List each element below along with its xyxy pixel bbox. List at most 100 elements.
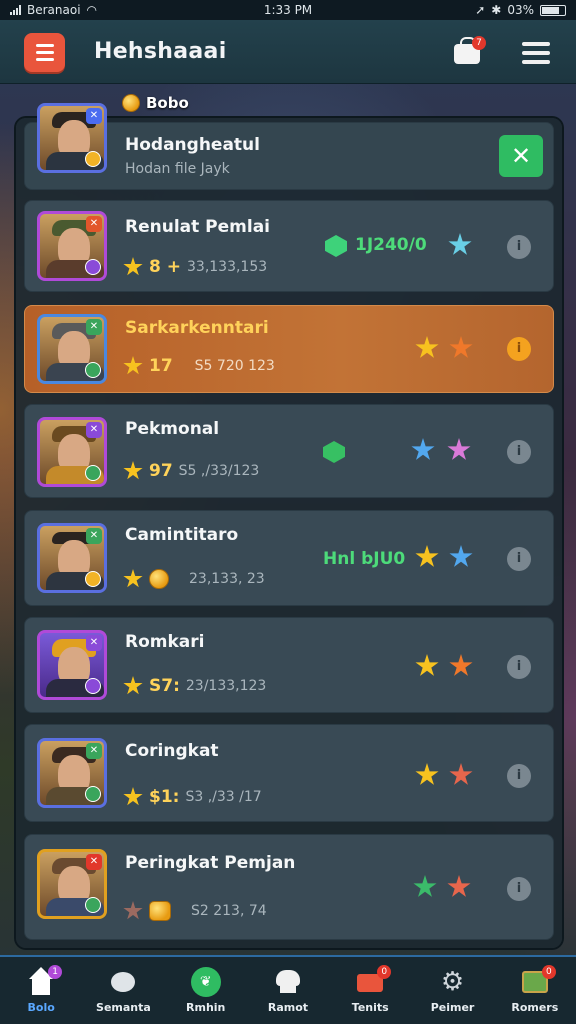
- row-stats: 23,133, 23: [123, 569, 265, 589]
- tab-home[interactable]: 1 Bolo: [0, 957, 82, 1024]
- confirm-button[interactable]: ✕: [499, 135, 543, 177]
- avatar: ✕: [37, 417, 107, 487]
- chest-icon: [149, 901, 171, 921]
- star-icon: [123, 901, 143, 920]
- tab-romers[interactable]: 0 Romers: [494, 957, 576, 1024]
- coin-icon: [122, 94, 140, 112]
- tab-ramot[interactable]: Ramot: [247, 957, 329, 1024]
- leaderboard-row-6[interactable]: ✕ Coringkat $1: S3 ,/33 /17 i: [24, 724, 554, 822]
- hamburger-menu-icon[interactable]: [522, 42, 550, 64]
- star-icon: [449, 336, 473, 358]
- fish-icon: [108, 967, 138, 997]
- player-chip: Bobo: [122, 94, 189, 112]
- chef-hat-icon: [273, 967, 303, 997]
- star-icon: [448, 233, 472, 255]
- row-subtitle: Hodan file Jayk: [125, 161, 230, 177]
- tab-peimer[interactable]: ⚙ Peimer: [411, 957, 493, 1024]
- avatar: ✕: [37, 738, 107, 808]
- gear-icon: ⚙: [440, 967, 465, 997]
- star-icon: [123, 356, 143, 375]
- row-extra: Hnl bJU0: [323, 549, 406, 569]
- tab-rmhin[interactable]: ❦ Rmhin: [165, 957, 247, 1024]
- star-icon: [123, 676, 143, 695]
- leaderboard-row-2[interactable]: ✕ Sarkarkenntari 17 S5 720 123 i: [24, 305, 554, 393]
- home-icon: 1: [26, 965, 63, 997]
- row-score: S5 ,/33/123: [178, 463, 260, 479]
- row-score: S3 ,/33 /17: [185, 789, 262, 805]
- notification-badge: 7: [472, 36, 486, 50]
- info-button[interactable]: i: [507, 547, 531, 571]
- star-icon: [447, 438, 471, 460]
- info-button[interactable]: i: [507, 440, 531, 464]
- tab-label: Ramot: [267, 1001, 309, 1014]
- row-name: Romkari: [125, 632, 205, 652]
- leaderboard-row-3[interactable]: ✕ Pekmonal 97 S5 ,/33/123 i: [24, 404, 554, 498]
- tab-label: Peimer: [430, 1001, 475, 1014]
- row-stats: $1: S3 ,/33 /17: [123, 787, 262, 807]
- tab-label: Semanta: [96, 1001, 151, 1014]
- map-icon: 0: [520, 965, 556, 997]
- star-icon: [123, 569, 143, 588]
- leaderboard-row-7[interactable]: ✕ Peringkat Pemjan S2 213, 74 i: [24, 834, 554, 940]
- emerald-icon: [323, 441, 345, 463]
- star-icon: [415, 763, 439, 785]
- row-score: S2 213, 74: [191, 903, 267, 919]
- tab-badge: 0: [541, 965, 556, 979]
- tab-label: Romers: [511, 1001, 559, 1014]
- star-icon: [449, 545, 473, 567]
- carrier-label: Beranaoi: [27, 3, 81, 17]
- arrow-up-icon: [325, 235, 347, 257]
- row-name: Camintitaro: [125, 525, 239, 545]
- leaderboard-row-5[interactable]: ✕ Romkari S7: 23/133,123 i: [24, 617, 554, 713]
- star-icon: [447, 875, 471, 897]
- bluetooth-icon: ✱: [491, 3, 502, 17]
- tab-semanta[interactable]: Semanta: [82, 957, 164, 1024]
- star-icon: [413, 875, 437, 897]
- notification-button[interactable]: 7: [452, 36, 486, 68]
- tab-tenits[interactable]: 0 Tenits: [329, 957, 411, 1024]
- star-icon: [123, 787, 143, 806]
- battery-percent: 03%: [507, 3, 534, 17]
- row-level: 97: [149, 461, 173, 481]
- row-name: Peringkat Pemjan: [125, 853, 296, 873]
- star-icon: [415, 654, 439, 676]
- battery-icon: [540, 4, 566, 16]
- bottom-tab-bar: 1 Bolo Semanta ❦ Rmhin Ramot 0 Tenits ⚙ …: [0, 955, 576, 1024]
- tab-label: Tenits: [351, 1001, 389, 1014]
- star-icon: [123, 257, 143, 276]
- location-icon: ➚: [475, 3, 486, 17]
- row-name: Pekmonal: [125, 419, 220, 439]
- coin-icon: [149, 569, 169, 589]
- row-level: S7:: [149, 676, 180, 696]
- info-button[interactable]: i: [507, 764, 531, 788]
- row-level: 17: [149, 356, 173, 376]
- player-chip-label: Bobo: [146, 94, 189, 112]
- page-title: Hehshaaai: [94, 39, 227, 64]
- side-menu-button[interactable]: [24, 33, 65, 72]
- leaf-icon: ❦: [190, 967, 221, 997]
- info-button[interactable]: i: [507, 235, 531, 259]
- info-button[interactable]: i: [507, 877, 531, 901]
- row-name: Hodangheatul: [125, 135, 260, 155]
- row-name: Renulat Pemlai: [125, 217, 270, 237]
- row-stats: S2 213, 74: [123, 901, 267, 921]
- star-icon: [415, 545, 439, 567]
- row-score: 33,133,153: [187, 259, 268, 275]
- row-score: 23,133, 23: [189, 571, 265, 587]
- info-button[interactable]: i: [507, 655, 531, 679]
- row-extra: 1J240/0: [355, 235, 427, 255]
- star-icon: [411, 438, 435, 460]
- leaderboard-row-1[interactable]: ✕ Renulat Pemlai 8 + 33,133,153 1J240/0 …: [24, 200, 554, 292]
- leaderboard-row-4[interactable]: ✕ Camintitaro 23,133, 23 Hnl bJU0 i: [24, 510, 554, 606]
- avatar: ✕: [37, 523, 107, 593]
- avatar: ✕: [37, 314, 107, 384]
- row-score: S5 720 123: [194, 358, 275, 374]
- leaderboard-row-0[interactable]: ✕ Hodangheatul Hodan file Jayk ✕: [24, 103, 554, 190]
- row-stats: 8 + 33,133,153: [123, 257, 267, 277]
- info-button[interactable]: i: [507, 337, 531, 361]
- app-header: Hehshaaai 7: [0, 20, 576, 84]
- row-stats: 17 S5 720 123: [123, 356, 275, 376]
- tab-badge: 1: [48, 965, 63, 979]
- row-name: Sarkarkenntari: [125, 318, 269, 338]
- row-level: 8 +: [149, 257, 181, 277]
